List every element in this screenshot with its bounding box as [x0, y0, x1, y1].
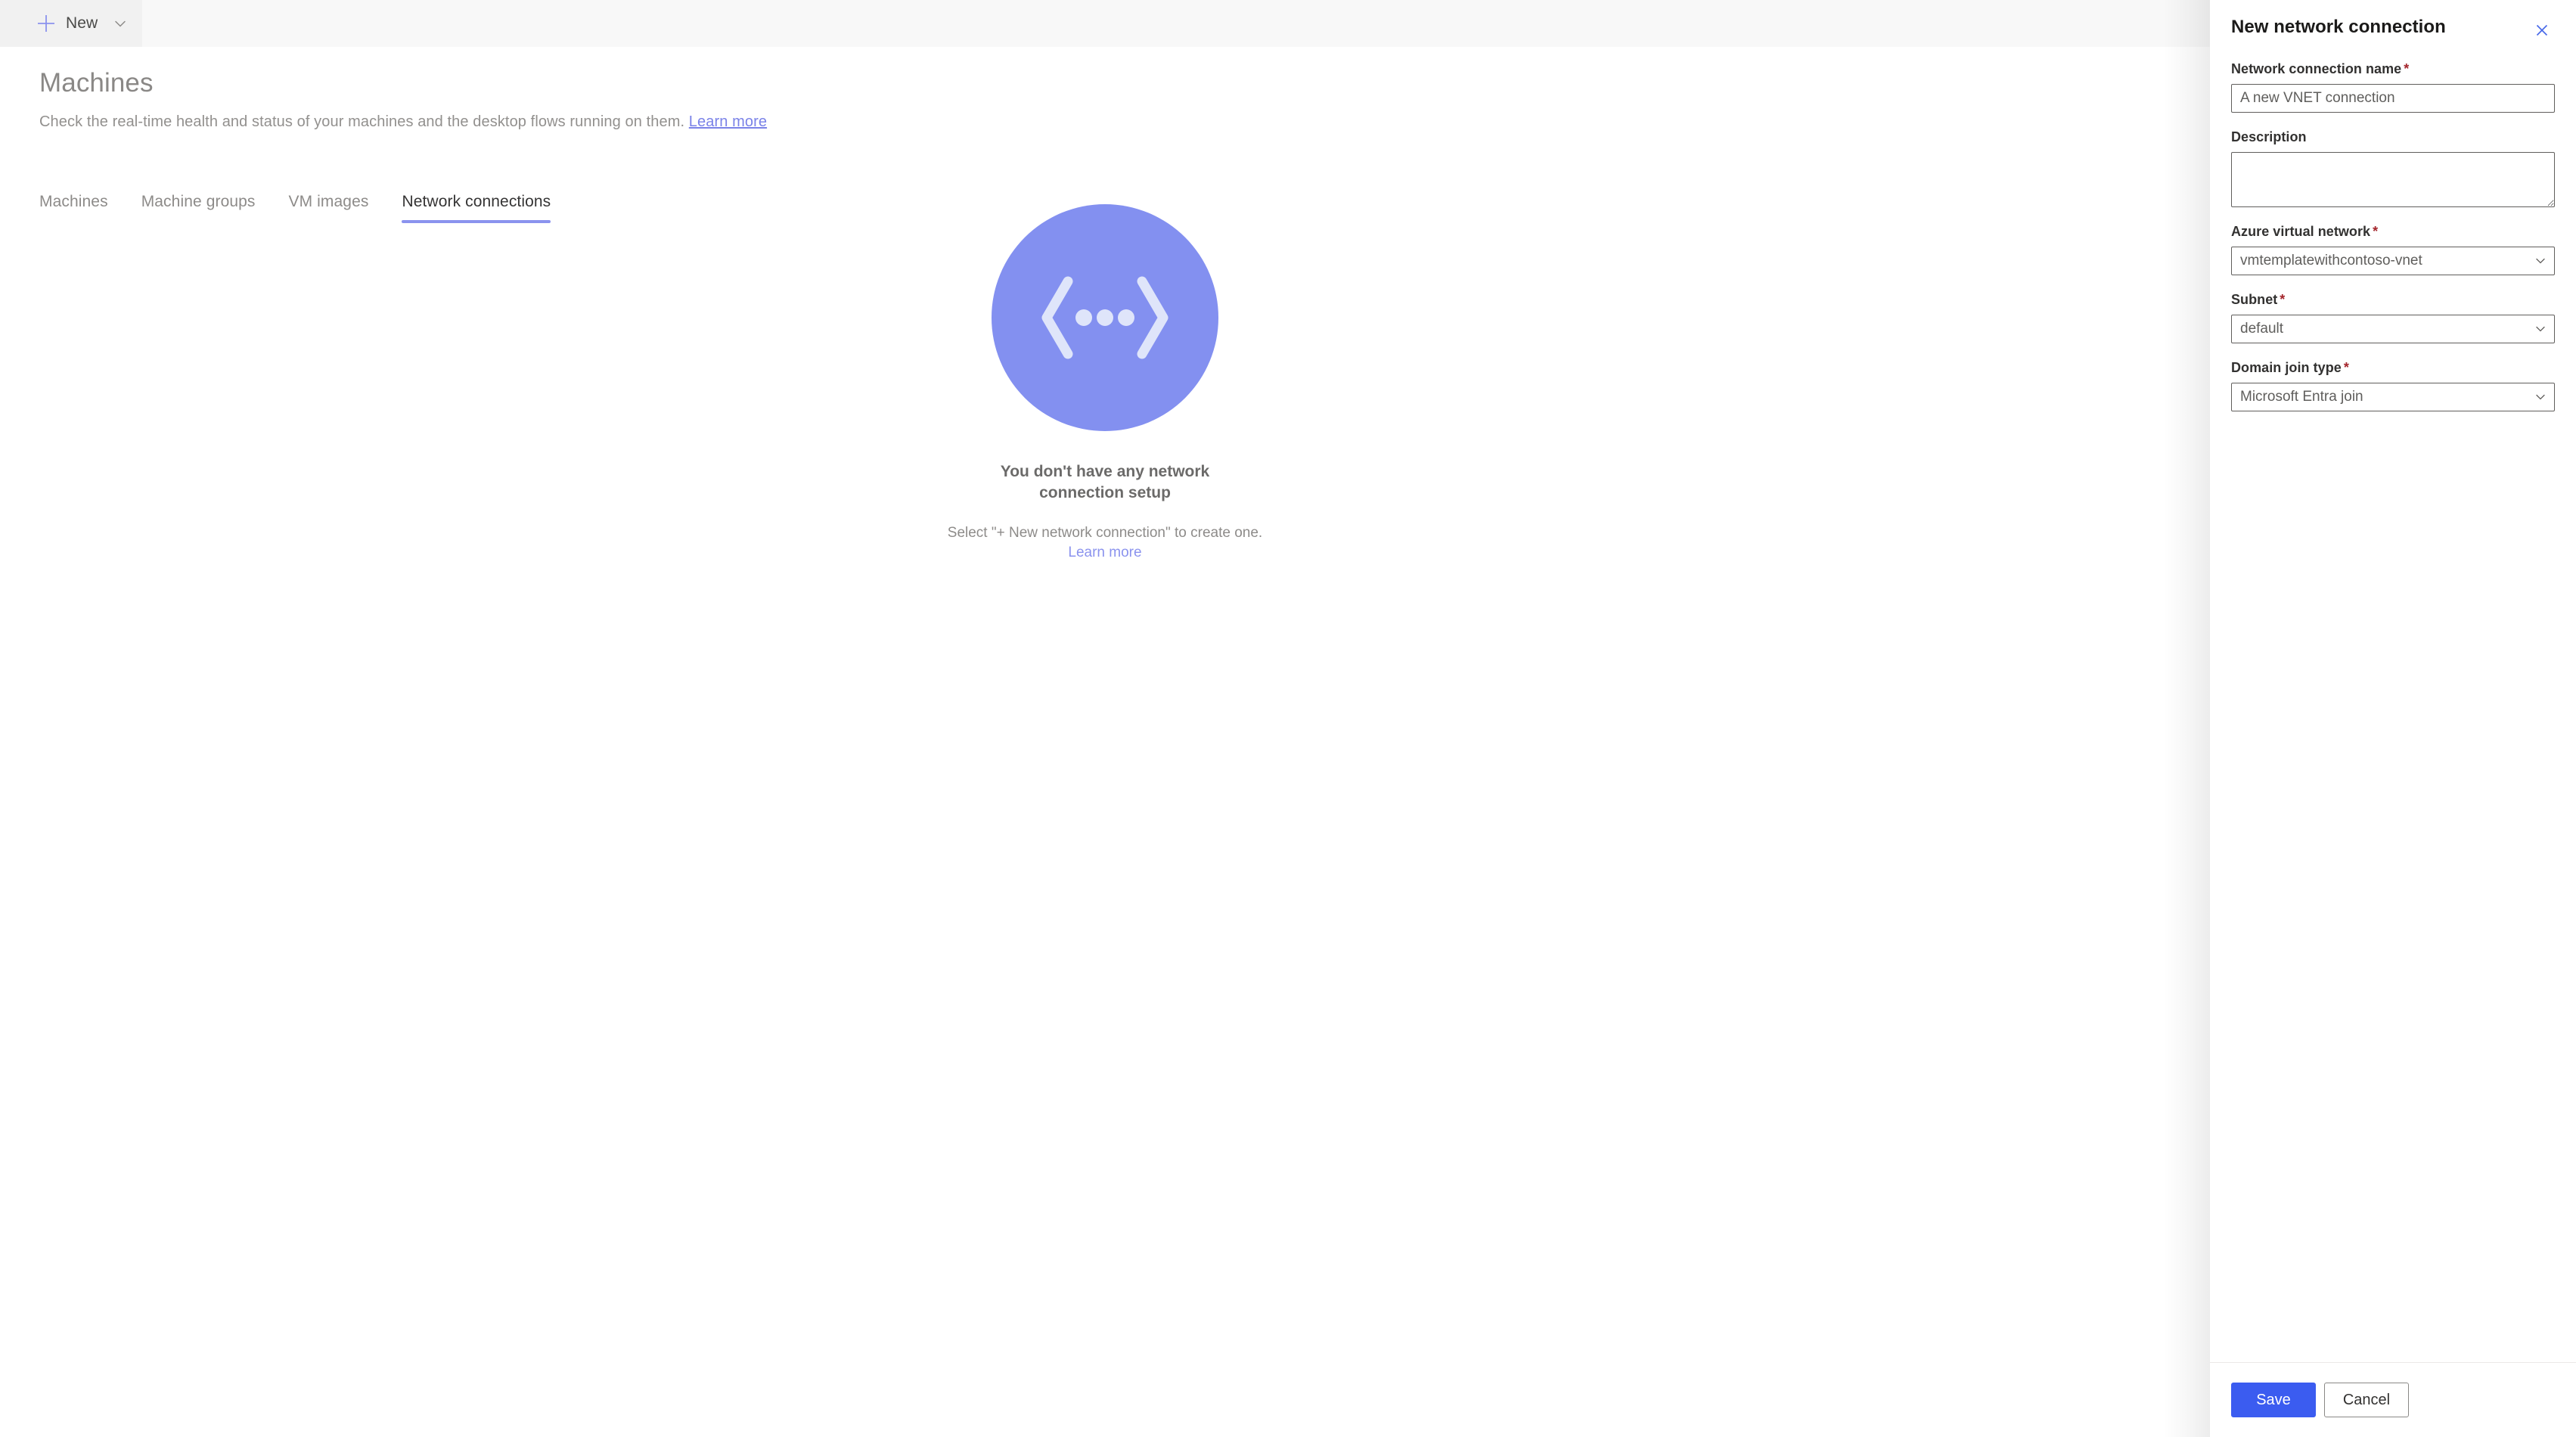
page-subtitle: Check the real-time health and status of…: [0, 98, 2210, 131]
subnet-select[interactable]: default: [2231, 315, 2555, 343]
azure-virtual-network-select-wrapper: vmtemplatewithcontoso-vnet: [2231, 247, 2555, 275]
description-label: Description: [2231, 129, 2555, 145]
new-network-connection-panel: New network connection Network connectio…: [2210, 0, 2576, 1437]
page-subtitle-learn-more-link[interactable]: Learn more: [689, 113, 767, 130]
empty-state-description: Select "+ New network connection" to cre…: [935, 523, 1275, 563]
subnet-select-wrapper: default: [2231, 315, 2555, 343]
azure-virtual-network-select[interactable]: vmtemplatewithcontoso-vnet: [2231, 247, 2555, 275]
new-button[interactable]: New: [0, 0, 143, 47]
save-button[interactable]: Save: [2231, 1383, 2316, 1417]
close-icon: [2534, 23, 2550, 38]
plus-icon: [36, 14, 56, 33]
panel-body: Network connection name* Description Azu…: [2210, 43, 2576, 1362]
page-subtitle-text: Check the real-time health and status of…: [39, 113, 685, 130]
domain-join-type-label-text: Domain join type: [2231, 360, 2342, 375]
azure-virtual-network-label-text: Azure virtual network: [2231, 224, 2371, 239]
panel-footer: Save Cancel: [2210, 1362, 2576, 1437]
empty-state-learn-more-link[interactable]: Learn more: [1068, 545, 1141, 560]
network-connection-name-label-text: Network connection name: [2231, 61, 2402, 76]
field-description: Description: [2231, 129, 2555, 207]
azure-virtual-network-label: Azure virtual network *: [2231, 224, 2555, 240]
empty-state-description-text: Select "+ New network connection" to cre…: [947, 524, 1263, 541]
panel-title: New network connection: [2231, 17, 2446, 37]
network-connection-name-input[interactable]: [2231, 84, 2555, 113]
close-button[interactable]: [2529, 17, 2555, 43]
page-header: Machines Check the real-time health and …: [0, 47, 2210, 131]
network-connection-name-label: Network connection name *: [2231, 61, 2555, 77]
description-textarea[interactable]: [2231, 152, 2555, 207]
command-bar: New: [0, 0, 2210, 47]
description-label-text: Description: [2231, 129, 2307, 144]
field-subnet: Subnet * default: [2231, 292, 2555, 343]
page-title: Machines: [39, 68, 154, 98]
network-connection-illustration-icon: [992, 204, 1218, 431]
empty-state-title: You don't have any network connection se…: [1000, 463, 1210, 501]
new-button-label: New: [66, 14, 98, 32]
domain-join-type-select[interactable]: Microsoft Entra join: [2231, 383, 2555, 411]
subnet-label: Subnet *: [2231, 292, 2555, 308]
subnet-label-text: Subnet: [2231, 292, 2278, 307]
field-azure-virtual-network: Azure virtual network * vmtemplatewithcon…: [2231, 224, 2555, 275]
required-marker: *: [2373, 224, 2379, 239]
empty-state: You don't have any network connection se…: [0, 189, 2210, 563]
required-marker: *: [2343, 360, 2349, 375]
required-marker: *: [2404, 61, 2410, 76]
cancel-button[interactable]: Cancel: [2324, 1383, 2409, 1417]
chevron-down-icon: [112, 15, 129, 32]
domain-join-type-label: Domain join type *: [2231, 360, 2555, 376]
field-domain-join-type: Domain join type * Microsoft Entra join: [2231, 360, 2555, 411]
domain-join-type-select-wrapper: Microsoft Entra join: [2231, 383, 2555, 411]
panel-header: New network connection: [2210, 0, 2576, 43]
required-marker: *: [2280, 292, 2286, 307]
field-network-connection-name: Network connection name *: [2231, 61, 2555, 113]
